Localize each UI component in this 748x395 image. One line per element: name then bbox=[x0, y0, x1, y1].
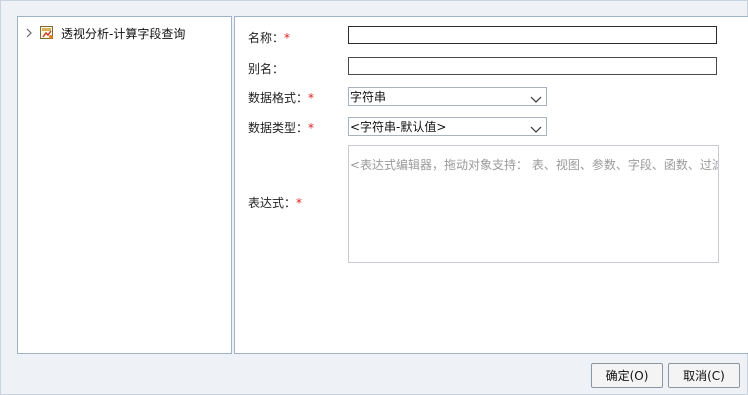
object-tree-pane[interactable]: 透视分析-计算字段查询 bbox=[17, 16, 232, 354]
required-mark: * bbox=[284, 31, 291, 45]
calculated-field-dialog: 透视分析-计算字段查询 名称：* 别名： 数据格式：* 字符串 数据类型：* <… bbox=[0, 0, 748, 395]
tree-node-root[interactable]: 透视分析-计算字段查询 bbox=[24, 24, 185, 42]
ok-button[interactable]: 确定(O) bbox=[591, 363, 663, 388]
required-mark: * bbox=[308, 121, 315, 135]
tree-node-label[interactable]: 透视分析-计算字段查询 bbox=[61, 25, 185, 42]
type-select-value: <字符串-默认值> bbox=[350, 120, 447, 134]
expression-label: 表达式：* bbox=[248, 194, 302, 211]
name-label: 名称：* bbox=[248, 29, 290, 46]
expression-placeholder: <表达式编辑器，拖动对象支持： 表、视图、参数、字段、函数、过滤器、1 bbox=[350, 158, 719, 172]
type-label-text: 数据类型： bbox=[248, 121, 309, 135]
expression-label-text: 表达式： bbox=[248, 196, 297, 210]
format-label: 数据格式：* bbox=[248, 89, 314, 106]
type-select[interactable]: <字符串-默认值> bbox=[348, 117, 547, 136]
chevron-right-icon[interactable] bbox=[24, 27, 34, 39]
type-label: 数据类型：* bbox=[248, 119, 314, 136]
alias-input[interactable] bbox=[348, 57, 717, 75]
expression-editor[interactable]: <表达式编辑器，拖动对象支持： 表、视图、参数、字段、函数、过滤器、1 bbox=[348, 145, 719, 263]
field-form-pane: 名称：* 别名： 数据格式：* 字符串 数据类型：* <字符串-默认值> 表达式… bbox=[234, 16, 748, 354]
format-label-text: 数据格式： bbox=[248, 91, 309, 105]
required-mark: * bbox=[308, 91, 315, 105]
cancel-button[interactable]: 取消(C) bbox=[668, 363, 740, 388]
report-icon bbox=[40, 26, 54, 40]
alias-label: 别名： bbox=[248, 62, 285, 76]
name-input[interactable] bbox=[348, 26, 717, 44]
chevron-down-icon[interactable] bbox=[530, 123, 542, 133]
required-mark: * bbox=[296, 196, 303, 210]
format-select-value: 字符串 bbox=[350, 90, 387, 104]
format-select[interactable]: 字符串 bbox=[348, 87, 547, 106]
name-label-text: 名称： bbox=[248, 31, 285, 45]
chevron-down-icon[interactable] bbox=[530, 93, 542, 103]
